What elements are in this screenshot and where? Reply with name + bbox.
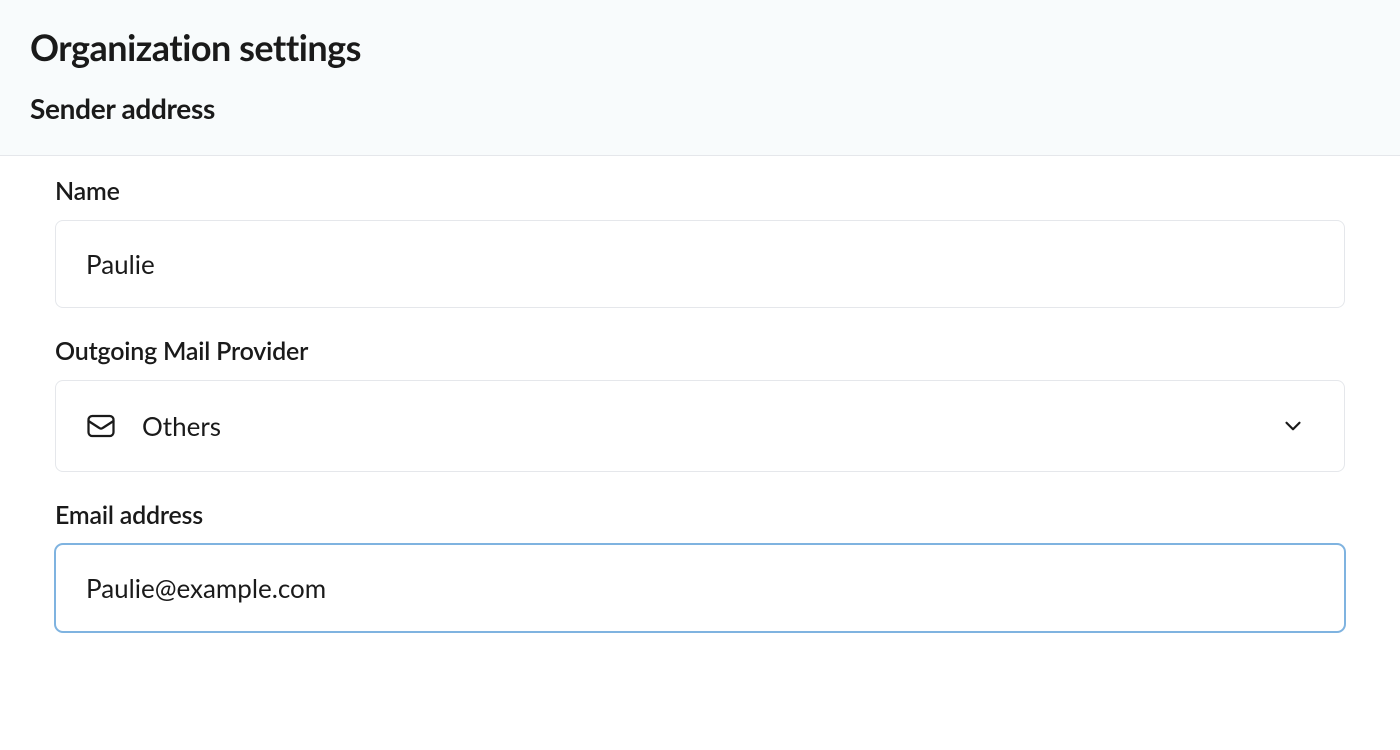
provider-select[interactable]: Others xyxy=(55,380,1345,472)
mail-icon xyxy=(86,411,116,441)
chevron-down-icon xyxy=(1280,413,1306,439)
section-title: Sender address xyxy=(30,91,1370,125)
email-input[interactable] xyxy=(55,544,1345,632)
provider-group: Outgoing Mail Provider Others xyxy=(55,336,1345,472)
provider-label: Outgoing Mail Provider xyxy=(55,336,1345,366)
page-title: Organization settings xyxy=(30,25,1370,69)
sender-address-form: Name Outgoing Mail Provider Others xyxy=(0,156,1400,690)
name-group: Name xyxy=(55,176,1345,308)
email-group: Email address xyxy=(55,500,1345,632)
provider-selected-value: Others xyxy=(142,410,1254,442)
email-label: Email address xyxy=(55,500,1345,530)
settings-header: Organization settings Sender address xyxy=(0,0,1400,156)
name-label: Name xyxy=(55,176,1345,206)
name-input[interactable] xyxy=(55,220,1345,308)
